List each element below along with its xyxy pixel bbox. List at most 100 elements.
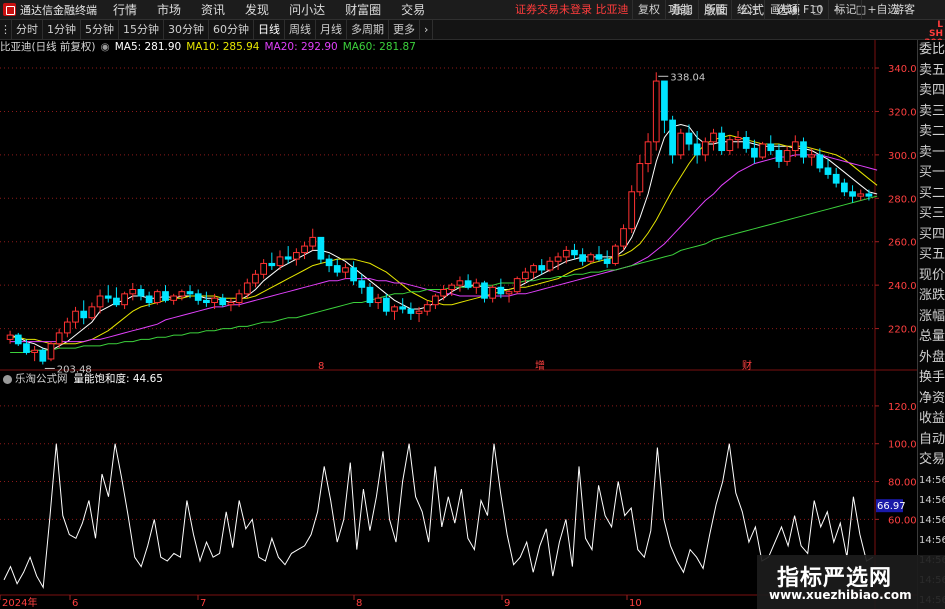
- side-item: 外盘: [919, 349, 945, 365]
- period-weekly[interactable]: 周线: [285, 19, 316, 40]
- toolbar-collapse-icon[interactable]: ⋮: [0, 19, 12, 40]
- event-marker: 增: [535, 359, 545, 372]
- indicator-source[interactable]: 乐淘公式网: [15, 372, 68, 387]
- menu-shichang[interactable]: 市场: [147, 0, 191, 20]
- menu-faxian[interactable]: 发现: [235, 0, 279, 20]
- candle-body: [767, 143, 775, 152]
- candle-body: [342, 267, 349, 273]
- high-annotation: 338.04: [670, 72, 705, 83]
- candle-body: [865, 193, 873, 197]
- candle-body: [80, 310, 88, 319]
- period-1min[interactable]: 1分钟: [43, 19, 81, 40]
- tool-zixuan[interactable]: +自选: [861, 0, 903, 20]
- candle-body: [554, 256, 562, 262]
- ma20-value: MA20: 292.90: [264, 41, 338, 53]
- ma10-value: MA10: 285.94: [186, 41, 260, 53]
- ma60-value: MA60: 281.87: [342, 41, 416, 53]
- period-60min[interactable]: 60分钟: [209, 19, 254, 40]
- candle-body: [644, 141, 652, 165]
- ind-y-tick-label: 80.00: [888, 478, 917, 489]
- side-item: 卖一: [919, 144, 945, 160]
- candle-body: [309, 236, 317, 247]
- candle-body: [333, 265, 341, 273]
- y-tick-label: 220.0: [888, 325, 917, 336]
- tool-biaoji[interactable]: 标记: [828, 0, 861, 20]
- candle-body: [701, 141, 709, 156]
- candle-body: [857, 193, 865, 197]
- candle-body: [260, 262, 268, 275]
- candle-body: [489, 286, 497, 299]
- side-item: 净资: [919, 390, 945, 406]
- login-notice[interactable]: 证券交易未登录 比亚迪: [515, 0, 629, 20]
- menu-zixun[interactable]: 资讯: [191, 0, 235, 20]
- period-daily[interactable]: 日线: [254, 19, 285, 40]
- y-tick-label: 240.0: [888, 281, 917, 292]
- indicator-settings-icon[interactable]: [3, 375, 12, 384]
- candle-body: [620, 228, 627, 247]
- x-tick-label: 2024年: [2, 596, 37, 609]
- period-monthly[interactable]: 月线: [316, 19, 347, 40]
- period-multi[interactable]: 多周期: [347, 19, 389, 40]
- candle-body: [530, 265, 537, 273]
- side-item: 卖三: [919, 103, 945, 119]
- candle-body: [513, 278, 521, 293]
- menu-caifuquan[interactable]: 财富圈: [335, 0, 391, 20]
- tool-duogu[interactable]: 多股: [698, 0, 731, 20]
- side-item: 14:56: [919, 534, 945, 546]
- candle-body: [129, 288, 137, 295]
- candle-body: [562, 249, 570, 258]
- y-tick-label: 260.0: [888, 238, 917, 249]
- candle-body: [14, 334, 22, 345]
- candle-body: [571, 249, 578, 256]
- candle-body: [481, 282, 488, 299]
- side-item[interactable]: 交易: [918, 450, 945, 471]
- candle-body: [276, 256, 284, 267]
- x-tick-label: 10: [629, 598, 642, 609]
- ma20-line: [10, 154, 878, 343]
- period-5min[interactable]: 5分钟: [81, 19, 119, 40]
- period-more[interactable]: 更多: [389, 19, 420, 40]
- stock-title: 比亚迪(日线 前复权): [0, 41, 96, 53]
- candle-body: [587, 254, 595, 262]
- candle-body: [358, 280, 366, 288]
- candle-body: [88, 306, 96, 319]
- candle-body: [39, 349, 47, 362]
- side-item: 委比: [919, 42, 945, 57]
- x-tick-label: 9: [504, 598, 510, 609]
- candle-body: [841, 182, 848, 193]
- side-item: 现价: [919, 267, 945, 283]
- candle-body: [423, 304, 431, 312]
- tool-diejia[interactable]: 叠加: [665, 0, 698, 20]
- period-15min[interactable]: 15分钟: [119, 19, 164, 40]
- period-fenshi[interactable]: 分时: [12, 19, 43, 40]
- watermark: 指标严选网 www.xuezhibiao.com: [757, 555, 945, 609]
- tool-tongji[interactable]: 统计: [731, 0, 764, 20]
- candle-body: [162, 291, 169, 301]
- x-tick-label: 8: [356, 598, 362, 609]
- more-arrow-icon[interactable]: ›: [420, 19, 434, 40]
- period-30min[interactable]: 30分钟: [164, 19, 209, 40]
- tool-huaxian[interactable]: 画线: [764, 0, 797, 20]
- candle-body: [505, 291, 513, 295]
- menu-hangqing[interactable]: 行情: [103, 0, 147, 20]
- side-item: 涨幅: [919, 308, 945, 324]
- side-item: 买五: [919, 247, 945, 262]
- candle-body: [317, 236, 325, 260]
- tool-fuquan[interactable]: 复权: [632, 0, 665, 20]
- candle-body: [194, 293, 202, 301]
- candle-body: [178, 291, 186, 297]
- chart-area[interactable]: 340.0 320.0 300.0 280.0 260.0 240.0 220.0 338.0…: [0, 40, 917, 609]
- candle-body: [252, 273, 259, 284]
- candle-body: [522, 271, 529, 280]
- side-item[interactable]: 自动: [918, 430, 945, 451]
- menu-wenxiaoda[interactable]: 问小达: [279, 0, 335, 20]
- ma-toggle-icon[interactable]: ◉: [101, 40, 110, 55]
- candle-body: [497, 286, 505, 295]
- menu-jiaoyi[interactable]: 交易: [391, 0, 435, 20]
- candle-body: [734, 137, 742, 141]
- tool-f10[interactable]: F10: [797, 0, 828, 20]
- candle-body: [153, 291, 161, 304]
- candle-body: [628, 191, 636, 230]
- ma5-value: MA5: 281.90: [114, 41, 182, 53]
- x-tick-label: 7: [200, 598, 206, 609]
